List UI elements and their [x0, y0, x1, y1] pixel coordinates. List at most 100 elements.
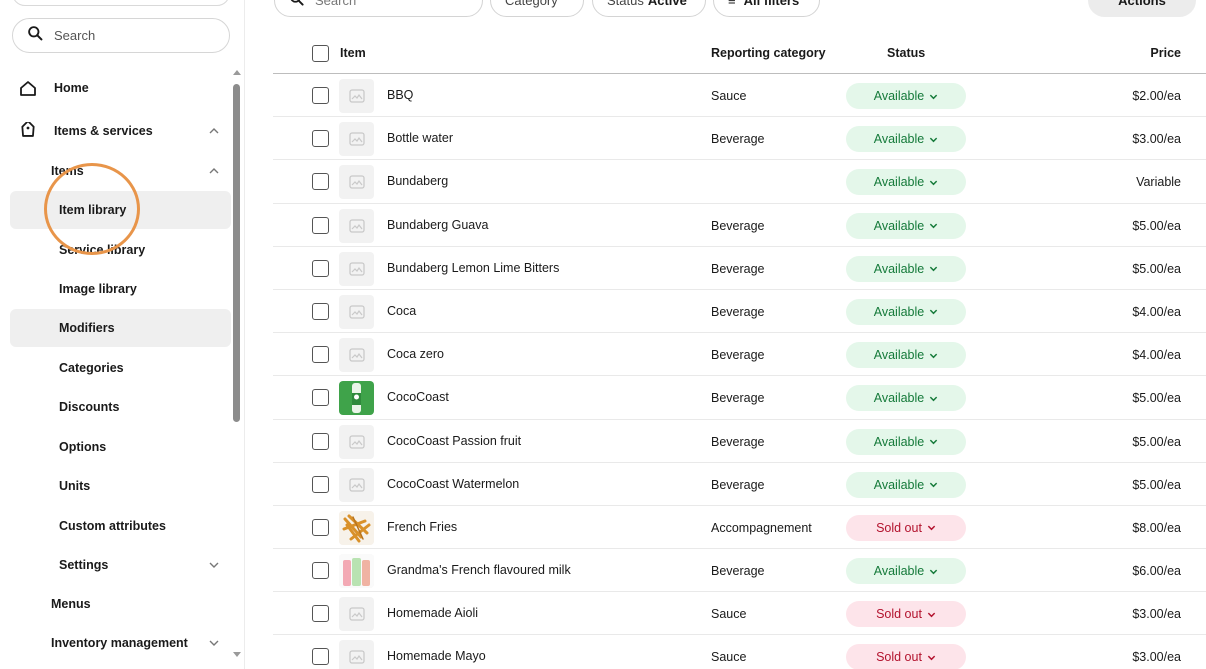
table-row[interactable]: Coca Beverage Available $4.00/ea: [273, 290, 1206, 334]
status-dropdown[interactable]: Available: [846, 255, 966, 282]
table-row[interactable]: Grandma's French flavoured milk Beverage A…: [273, 549, 1206, 593]
status-dropdown[interactable]: Available: [846, 428, 966, 455]
status-filter-value: Active: [647, 0, 687, 8]
row-checkbox[interactable]: [312, 173, 329, 191]
nav-item-library[interactable]: Item library: [10, 191, 231, 229]
all-filters-label: All filters: [743, 0, 800, 8]
sidebar-top-field[interactable]: [12, 0, 230, 6]
chevron-down-icon: [930, 310, 938, 315]
table-row[interactable]: Bundaberg Guava Beverage Available $5.00/ea: [273, 204, 1206, 247]
item-name[interactable]: CocoCoast: [387, 390, 449, 404]
row-checkbox[interactable]: [312, 432, 329, 450]
nav-inventory-management[interactable]: Inventory management: [51, 624, 230, 662]
status-dropdown[interactable]: Available: [846, 298, 966, 325]
table-row[interactable]: CocoCoast Watermelon Beverage Available $5.…: [273, 463, 1206, 506]
status-dropdown[interactable]: Available: [846, 126, 966, 153]
status-dropdown[interactable]: Sold out: [846, 644, 966, 669]
item-name[interactable]: Bundaberg Guava: [387, 218, 488, 232]
status-dropdown[interactable]: Available: [846, 471, 966, 498]
status-dropdown[interactable]: Available: [846, 212, 966, 239]
table-row[interactable]: French Fries Accompagnement Sold out $8.00/…: [273, 506, 1206, 550]
row-checkbox[interactable]: [312, 346, 329, 364]
nav-units[interactable]: Units: [59, 467, 230, 505]
select-all-checkbox[interactable]: [312, 45, 329, 62]
nav-categories[interactable]: Categories: [59, 349, 230, 387]
scroll-up-arrow[interactable]: [233, 70, 241, 75]
nav-custom-attributes[interactable]: Custom attributes: [59, 507, 230, 545]
nav-items[interactable]: Items: [51, 152, 230, 190]
sidebar-scrollbar-thumb[interactable]: [233, 84, 240, 422]
status-dropdown[interactable]: Available: [846, 342, 966, 369]
row-checkbox[interactable]: [312, 648, 329, 666]
category-filter-button[interactable]: Category: [490, 0, 584, 17]
column-header-price[interactable]: Price: [1150, 46, 1181, 60]
column-header-item[interactable]: Item: [340, 46, 366, 60]
scroll-down-arrow[interactable]: [233, 652, 241, 657]
item-name[interactable]: Grandma's French flavoured milk: [387, 563, 571, 577]
nav-categories-label: Categories: [59, 361, 124, 375]
item-name[interactable]: Coca zero: [387, 347, 444, 361]
row-checkbox[interactable]: [312, 389, 329, 407]
nav-discounts[interactable]: Discounts: [59, 388, 230, 426]
nav-options[interactable]: Options: [59, 428, 230, 466]
status-filter-button[interactable]: Status Active: [592, 0, 706, 17]
item-name[interactable]: French Fries: [387, 520, 457, 534]
item-name[interactable]: Homemade Aioli: [387, 606, 478, 620]
item-name[interactable]: Bottle water: [387, 131, 453, 145]
row-checkbox[interactable]: [312, 302, 329, 320]
row-checkbox[interactable]: [312, 518, 329, 536]
status-dropdown[interactable]: Available: [846, 169, 966, 196]
table-row[interactable]: BBQ Sauce Available $2.00/ea: [273, 74, 1206, 118]
nav-home[interactable]: Home: [18, 69, 230, 107]
column-header-status[interactable]: Status: [887, 46, 925, 60]
image-placeholder-icon: [339, 338, 374, 373]
nav-service-library[interactable]: Service library: [59, 231, 230, 269]
row-checkbox[interactable]: [312, 605, 329, 623]
status-dropdown[interactable]: Available: [846, 558, 966, 585]
sidebar-search-input[interactable]: [54, 28, 204, 43]
nav-menus[interactable]: Menus: [51, 585, 230, 623]
toolbar-search[interactable]: Search: [274, 0, 483, 17]
all-filters-button[interactable]: ≡ All filters: [713, 0, 820, 17]
row-checkbox[interactable]: [312, 130, 329, 148]
nav-modifiers[interactable]: Modifiers: [10, 309, 231, 347]
sidebar-search[interactable]: [12, 18, 230, 53]
image-placeholder-icon: [339, 79, 374, 113]
actions-button[interactable]: Actions: [1088, 0, 1196, 17]
item-price: $5.00/ea: [1132, 218, 1181, 233]
table-row[interactable]: Bottle water Beverage Available $3.00/ea: [273, 117, 1206, 161]
item-name[interactable]: BBQ: [387, 88, 413, 102]
nav-inventory-management-label: Inventory management: [51, 636, 188, 650]
nav-menus-label: Menus: [51, 597, 91, 611]
nav-image-library[interactable]: Image library: [59, 270, 230, 308]
column-header-reporting-category[interactable]: Reporting category: [711, 46, 826, 60]
row-checkbox[interactable]: [312, 87, 329, 104]
table-row[interactable]: Bundaberg Lemon Lime Bitters Beverage Avai…: [273, 247, 1206, 290]
item-name[interactable]: Coca: [387, 304, 416, 318]
chevron-down-icon: [930, 569, 938, 574]
nav-items-services[interactable]: Items & services: [18, 112, 230, 150]
row-checkbox[interactable]: [312, 259, 329, 277]
table-row[interactable]: Homemade Aioli Sauce Sold out $3.00/ea: [273, 592, 1206, 636]
item-name[interactable]: CocoCoast Passion fruit: [387, 434, 521, 448]
table-row[interactable]: Homemade Mayo Sauce Sold out $3.00/ea: [273, 635, 1206, 669]
status-filter-label: Status: [607, 0, 644, 8]
table-row[interactable]: CocoCoast Beverage Available $5.00/ea: [273, 376, 1206, 420]
toolbar-search-placeholder: Search: [315, 0, 357, 8]
row-checkbox[interactable]: [312, 475, 329, 493]
item-name[interactable]: Bundaberg: [387, 174, 448, 188]
item-name[interactable]: CocoCoast Watermelon: [387, 477, 519, 491]
status-dropdown[interactable]: Sold out: [846, 601, 966, 628]
status-label: Available: [873, 391, 925, 406]
table-row[interactable]: Bundaberg Available Variable: [273, 160, 1206, 204]
row-checkbox[interactable]: [312, 216, 329, 234]
status-dropdown[interactable]: Available: [846, 385, 966, 412]
nav-settings[interactable]: Settings: [59, 546, 230, 584]
status-dropdown[interactable]: Available: [846, 83, 966, 109]
item-name[interactable]: Bundaberg Lemon Lime Bitters: [387, 261, 559, 275]
table-row[interactable]: CocoCoast Passion fruit Beverage Available…: [273, 420, 1206, 463]
table-row[interactable]: Coca zero Beverage Available $4.00/ea: [273, 333, 1206, 377]
status-dropdown[interactable]: Sold out: [846, 514, 966, 541]
row-checkbox[interactable]: [312, 562, 329, 580]
item-name[interactable]: Homemade Mayo: [387, 649, 486, 663]
